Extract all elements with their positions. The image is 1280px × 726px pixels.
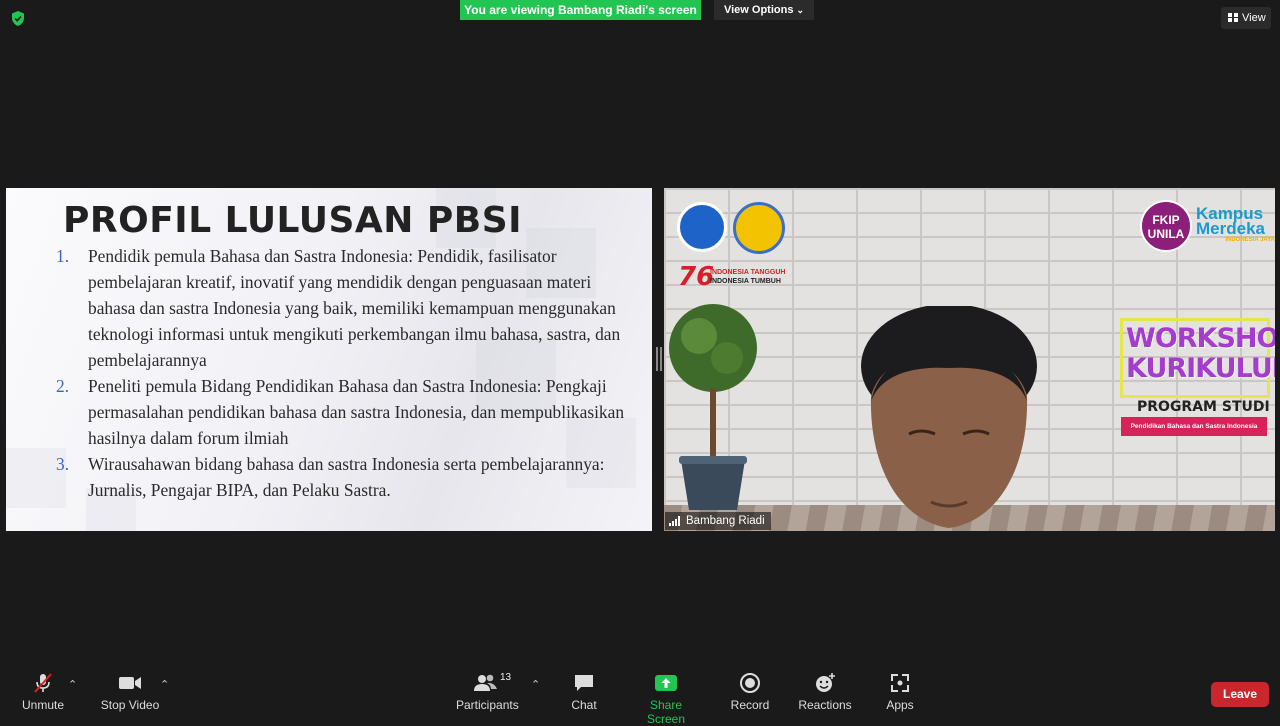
meeting-toolbar: Unmute ⌃ Stop Video ⌃ 13 Participants ⌃ … — [0, 664, 1280, 726]
program-name-badge: Pendidikan Bahasa dan Sastra Indonesia — [1121, 417, 1267, 436]
unmute-button[interactable]: Unmute — [20, 672, 66, 712]
list-item: 2. Peneliti pemula Bidang Pendidikan Bah… — [56, 373, 636, 451]
participants-label: Participants — [456, 698, 519, 712]
program-studi-label: PROGRAM STUDI — [1137, 399, 1270, 415]
list-text: Pendidik pemula Bahasa dan Sastra Indone… — [88, 246, 621, 370]
grid-icon — [1228, 13, 1238, 22]
fkip-unila-logo: FKIP UNILA — [1140, 200, 1192, 252]
workshop-line2: KURIKULUM — [1126, 353, 1275, 384]
list-text: Wirausahawan bidang bahasa dan sastra In… — [88, 454, 605, 500]
chat-icon — [575, 675, 593, 691]
km-title: Kampus Merdeka — [1196, 204, 1265, 238]
list-number: 1. — [56, 246, 70, 266]
view-options-label: View Options — [723, 4, 794, 16]
tut-wuri-logo — [677, 202, 727, 252]
participant-person — [861, 306, 1037, 528]
stop-video-label: Stop Video — [100, 698, 160, 712]
viewing-screen-banner: You are viewing Bambang Riadi's screen — [460, 0, 701, 20]
audio-options-caret[interactable]: ⌃ — [68, 678, 77, 691]
unila-logo — [733, 202, 785, 254]
participants-icon — [474, 674, 497, 691]
video-camera-icon — [119, 677, 141, 689]
potted-plant — [669, 304, 757, 510]
participants-button[interactable]: 13 Participants — [456, 672, 519, 712]
tagline: INDONESIA TANGGUH INDONESIA TUMBUH — [710, 268, 785, 286]
slide-title: PROFIL LULUSAN PBSI — [63, 200, 523, 241]
share-screen-icon — [655, 675, 677, 691]
list-item: 1. Pendidik pemula Bahasa dan Sastra Ind… — [56, 243, 636, 373]
reactions-icon — [816, 673, 835, 692]
shield-icon[interactable] — [10, 10, 26, 27]
view-button[interactable]: View — [1221, 7, 1271, 29]
participant-count: 13 — [500, 672, 512, 683]
list-number: 2. — [56, 376, 70, 396]
participant-video-tile[interactable]: 76 INDONESIA TANGGUH INDONESIA TUMBUH FK… — [664, 188, 1275, 531]
record-label: Record — [730, 698, 770, 712]
chat-label: Chat — [571, 698, 597, 712]
kampus-merdeka-logo: Kampus Merdeka INDONESIA JAYA — [1196, 204, 1275, 244]
apps-button[interactable]: Apps — [884, 672, 916, 712]
record-button[interactable]: Record — [728, 672, 772, 712]
list-text: Peneliti pemula Bidang Pendidikan Bahasa… — [88, 376, 625, 448]
microphone-muted-icon — [34, 673, 52, 693]
top-bar: You are viewing Bambang Riadi's screen V… — [0, 0, 1280, 38]
leave-button[interactable]: Leave — [1211, 682, 1269, 707]
tagline-black: INDONESIA TUMBUH — [710, 278, 781, 285]
participant-name: Bambang Riadi — [686, 515, 765, 527]
participants-options-caret[interactable]: ⌃ — [531, 678, 540, 691]
anniversary-logo: 76 — [678, 262, 715, 292]
apps-icon — [891, 674, 909, 692]
workshop-title: WORKSHOP KURIKULUM — [1126, 324, 1275, 384]
apps-label: Apps — [886, 698, 914, 712]
share-screen-button[interactable]: Share Screen — [632, 672, 700, 726]
slide-list: 1. Pendidik pemula Bahasa dan Sastra Ind… — [56, 243, 636, 503]
shared-screen: PROFIL LULUSAN PBSI 1. Pendidik pemula B… — [6, 188, 652, 531]
participant-name-tag: Bambang Riadi — [665, 512, 771, 530]
share-screen-label: Share Screen — [646, 698, 686, 726]
chat-button[interactable]: Chat — [566, 672, 602, 712]
unmute-label: Unmute — [21, 698, 65, 712]
workshop-line1: WORKSHOP — [1126, 323, 1275, 354]
stop-video-button[interactable]: Stop Video — [100, 672, 160, 712]
reactions-label: Reactions — [798, 698, 852, 712]
chevron-down-icon: ⌄ — [796, 5, 805, 15]
view-options-button[interactable]: View Options ⌄ — [714, 0, 814, 20]
list-item: 3. Wirausahawan bidang bahasa dan sastra… — [56, 451, 636, 503]
split-resize-handle[interactable] — [656, 347, 662, 371]
tagline-red: INDONESIA TANGGUH — [710, 269, 786, 276]
reactions-button[interactable]: Reactions — [798, 672, 852, 712]
record-icon — [740, 673, 760, 693]
view-label: View — [1242, 12, 1266, 24]
video-options-caret[interactable]: ⌃ — [160, 678, 169, 691]
signal-icon — [669, 516, 681, 526]
list-number: 3. — [56, 454, 70, 474]
